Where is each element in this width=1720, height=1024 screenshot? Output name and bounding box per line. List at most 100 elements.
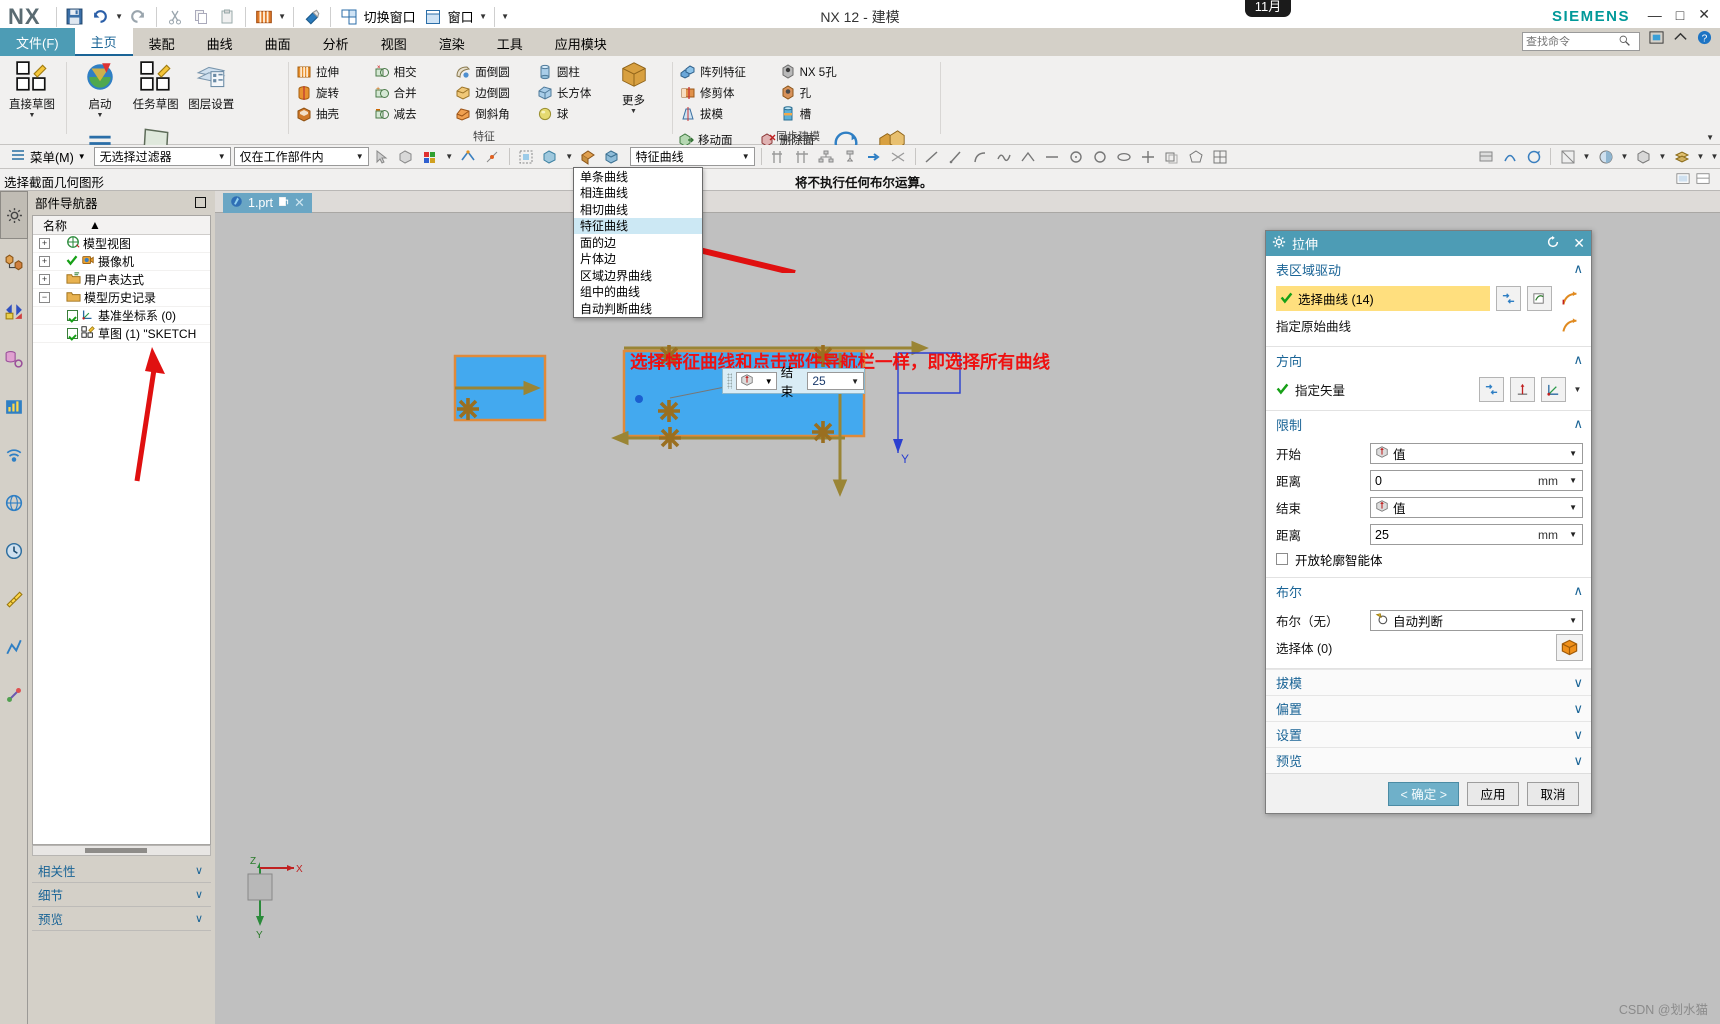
tab-assembly[interactable]: 装配 <box>133 30 191 56</box>
sketch-tool-a-icon[interactable] <box>1475 147 1496 167</box>
select-curve-row[interactable]: 选择曲线 (14) <box>1276 285 1583 312</box>
cut-icon[interactable] <box>162 4 188 29</box>
chevron-down-icon[interactable]: ∨ <box>1573 675 1583 691</box>
inline-extrude-toolbar[interactable]: ▼ 结束 25 ▼ <box>722 366 865 399</box>
curve-arc-icon[interactable] <box>970 147 991 167</box>
chevron-down-icon[interactable]: ∨ <box>195 912 203 925</box>
tree-item-model-history[interactable]: − 模型历史记录 <box>33 289 210 307</box>
section-limits-header[interactable]: 限制 ∧ <box>1266 411 1591 437</box>
curve-line2-icon[interactable] <box>946 147 967 167</box>
chamfer-button[interactable]: 倒斜角 <box>455 104 533 124</box>
chevron-down-icon[interactable]: ▼ <box>218 152 226 161</box>
part-navigator-tree[interactable]: 名称 ▲ + 模型视图 + 摄像机 + 用户表达式 − 模型历史记录 基准坐标系… <box>32 215 211 845</box>
face-blend-button[interactable]: 面倒圆 <box>455 62 533 82</box>
expander-icon[interactable]: + <box>39 256 50 267</box>
dropdown-item-connected-curves[interactable]: 相连曲线 <box>574 185 702 202</box>
view-style-icon[interactable] <box>1557 147 1578 167</box>
expander-icon[interactable]: + <box>39 274 50 285</box>
fullscreen-icon[interactable] <box>1649 30 1664 48</box>
chevron-down-icon[interactable]: ▼ <box>1695 144 1706 169</box>
curve-rule-combo[interactable]: 特征曲线 ▼ <box>629 147 755 166</box>
select-body-a-icon[interactable] <box>578 147 599 167</box>
chevron-down-icon[interactable]: ▼ <box>114 4 125 29</box>
chevron-down-icon[interactable]: ∨ <box>195 888 203 901</box>
select-general-icon[interactable] <box>372 147 393 167</box>
maximize-button[interactable]: □ <box>1676 7 1684 23</box>
sketch-hierarchy-icon[interactable] <box>816 147 837 167</box>
block-button[interactable]: 长方体 <box>537 83 609 103</box>
sphere-button[interactable]: 球 <box>537 104 609 124</box>
tree-item-model-views[interactable]: + 模型视图 <box>33 235 210 253</box>
boolean-type-row[interactable]: 布尔（无） 自动判断 ▼ <box>1276 607 1583 634</box>
minimize-button[interactable]: — <box>1648 7 1662 23</box>
resource-history-icon[interactable] <box>0 335 28 383</box>
dropdown-item-curves-in-group[interactable]: 组中的曲线 <box>574 284 702 301</box>
chevron-down-icon[interactable]: ▼ <box>277 4 288 29</box>
select-point-icon[interactable] <box>482 147 503 167</box>
curve-angle-icon[interactable] <box>1018 147 1039 167</box>
chevron-down-icon[interactable]: ▼ <box>78 152 86 161</box>
chevron-down-icon[interactable]: ▼ <box>1569 616 1577 625</box>
tree-item-user-expressions[interactable]: + 用户表达式 <box>33 271 210 289</box>
chevron-down-icon[interactable]: ▼ <box>444 144 455 169</box>
subtract-button[interactable]: 减去 <box>374 104 452 124</box>
sketch-tool-c-icon[interactable] <box>1523 147 1544 167</box>
window-icon[interactable] <box>420 4 446 29</box>
boolean-select-body-row[interactable]: 选择体 (0) <box>1276 634 1583 661</box>
expander-icon[interactable]: + <box>39 238 50 249</box>
tree-item-camera[interactable]: + 摄像机 <box>33 253 210 271</box>
chevron-down-icon[interactable]: ∨ <box>1573 727 1583 743</box>
section-preview-header[interactable]: 预览 ∨ <box>1266 747 1591 773</box>
drag-handle[interactable] <box>727 373 733 389</box>
resource-part-navigator-icon[interactable] <box>0 239 28 287</box>
unite-button[interactable]: + 合并 <box>374 83 452 103</box>
select-face-icon[interactable] <box>396 147 417 167</box>
chevron-down-icon[interactable]: ▼ <box>1581 144 1592 169</box>
sketch-section-button[interactable] <box>1558 286 1583 311</box>
overflow-chevron-icon[interactable]: ▼ <box>500 4 511 29</box>
chevron-down-icon[interactable]: ▼ <box>29 112 36 119</box>
resource-measure-icon[interactable] <box>0 575 28 623</box>
dropdown-item-face-edges[interactable]: 面的边 <box>574 234 702 251</box>
limit-start-row[interactable]: 开始 值 ▼ <box>1276 440 1583 467</box>
specify-origin-curve-row[interactable]: 指定原始曲线 <box>1276 312 1583 339</box>
chevron-down-icon[interactable]: ∨ <box>1573 753 1583 769</box>
selection-filter-combo[interactable]: 无选择过滤器 ▼ <box>93 147 231 166</box>
book-icon[interactable] <box>251 4 277 29</box>
pattern-feature-button[interactable]: 阵列特征 <box>680 62 776 82</box>
search-input[interactable] <box>1526 35 1618 48</box>
select-feature-icon[interactable] <box>516 147 537 167</box>
resource-broadcast-icon[interactable] <box>0 431 28 479</box>
sketch-tool-b-icon[interactable] <box>1499 147 1520 167</box>
selection-scope-combo[interactable]: 仅在工作部件内 ▼ <box>233 147 369 166</box>
redo-icon[interactable] <box>125 4 151 29</box>
pin-icon[interactable] <box>195 196 206 208</box>
search-icon[interactable] <box>1618 34 1631 50</box>
chevron-down-icon[interactable]: ▼ <box>630 108 637 115</box>
section-offset-header[interactable]: 偏置 ∨ <box>1266 695 1591 721</box>
dropdown-item-sheet-edges[interactable]: 片体边 <box>574 251 702 268</box>
resource-tools-icon[interactable] <box>0 671 28 719</box>
edge-blend-button[interactable]: 边倒圆 <box>455 83 533 103</box>
start-button[interactable]: 启动 ▼ <box>74 56 126 119</box>
tree-column-header[interactable]: 名称 ▲ <box>33 216 210 235</box>
document-tab-1prt[interactable]: 1.prt ✕ <box>223 193 312 213</box>
window-menu-label[interactable]: 窗口 <box>446 7 478 26</box>
chevron-down-icon[interactable]: ▼ <box>97 112 104 119</box>
dropdown-item-tangent-curves[interactable]: 相切曲线 <box>574 201 702 218</box>
vector-reverse-button[interactable] <box>1479 377 1504 402</box>
view-orient-icon[interactable] <box>1633 147 1654 167</box>
tab-applications[interactable]: 应用模块 <box>539 30 623 56</box>
tree-horizontal-scrollbar[interactable] <box>32 845 211 856</box>
chevron-down-icon[interactable]: ∨ <box>1573 701 1583 717</box>
resource-chart-icon[interactable] <box>0 383 28 431</box>
chevron-down-icon[interactable]: ▼ <box>851 377 859 386</box>
close-button[interactable]: ✕ <box>1698 6 1710 23</box>
selbar-overflow-chevron-icon[interactable]: ▼ <box>1709 144 1720 169</box>
curve-ellipse-icon[interactable] <box>1114 147 1135 167</box>
curve-offsetpoly-icon[interactable] <box>1162 147 1183 167</box>
tab-surface[interactable]: 曲面 <box>249 30 307 56</box>
close-icon[interactable]: ✕ <box>294 195 305 211</box>
shuffle-icon[interactable] <box>888 147 909 167</box>
resource-mirror-icon[interactable] <box>0 287 28 335</box>
